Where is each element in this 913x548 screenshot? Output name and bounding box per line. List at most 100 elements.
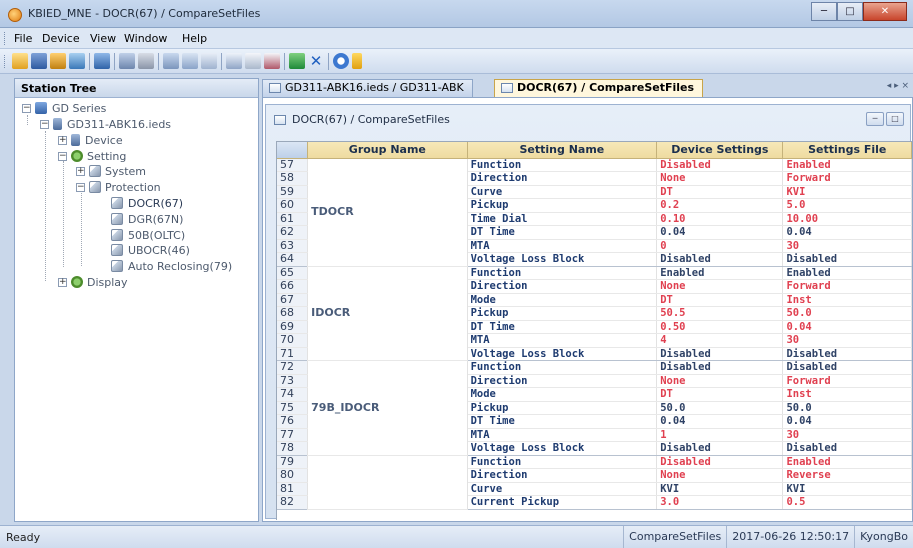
select-all-corner[interactable]: [277, 142, 309, 159]
column-header-settings-file[interactable]: Settings File: [782, 142, 912, 159]
setting-item-icon: [111, 244, 123, 256]
open-icon[interactable]: [12, 53, 28, 69]
minimize-button[interactable]: ─: [811, 2, 837, 21]
setting-name-cell: Pickup: [467, 401, 658, 415]
row-number[interactable]: 76: [277, 414, 309, 429]
row-number[interactable]: 67: [277, 293, 309, 307]
compare-grid[interactable]: Group Name Setting Name Device Settings …: [276, 141, 912, 520]
menu-device[interactable]: Device: [42, 32, 80, 45]
title-bar[interactable]: KBIED_MNE - DOCR(67) / CompareSetFiles ─…: [0, 0, 913, 28]
row-number[interactable]: 64: [277, 252, 309, 267]
help-icon[interactable]: [333, 53, 349, 69]
read-icon[interactable]: [119, 53, 135, 69]
station-tree-header: Station Tree: [15, 79, 258, 98]
toolbar: ✕: [0, 49, 913, 74]
document-title-text: DOCR(67) / CompareSetFiles: [292, 113, 450, 126]
row-number[interactable]: 71: [277, 347, 309, 361]
menu-window[interactable]: Window: [124, 32, 167, 45]
device-setting-cell: 0: [656, 239, 784, 253]
row-number[interactable]: 57: [277, 158, 309, 172]
collapse-icon[interactable]: −: [58, 152, 67, 161]
column-header-setting-name[interactable]: Setting Name: [467, 142, 658, 159]
setting-name-cell: Direction: [467, 171, 658, 186]
column-header-group-name[interactable]: Group Name: [307, 142, 468, 159]
network-icon[interactable]: [69, 53, 85, 69]
collapse-icon[interactable]: −: [76, 183, 85, 192]
row-number[interactable]: 73: [277, 374, 309, 388]
close-icon[interactable]: ✕: [308, 53, 324, 69]
tab-ieds-file[interactable]: GD311-ABK16.ieds / GD311-ABK: [262, 79, 473, 97]
menu-file[interactable]: File: [14, 32, 32, 45]
row-number[interactable]: 65: [277, 266, 309, 280]
device-icon[interactable]: [94, 53, 110, 69]
row-number[interactable]: 77: [277, 428, 309, 442]
compare-icon[interactable]: [163, 53, 179, 69]
row-number[interactable]: 68: [277, 306, 309, 321]
settings-file-cell: Enabled: [782, 158, 912, 172]
row-number[interactable]: 63: [277, 239, 309, 253]
doc-minimize-button[interactable]: ─: [866, 112, 884, 126]
row-number[interactable]: 62: [277, 225, 309, 240]
row-number[interactable]: 70: [277, 333, 309, 348]
list-icon[interactable]: [226, 53, 242, 69]
write-icon[interactable]: [138, 53, 154, 69]
setting-name-cell: MTA: [467, 428, 658, 442]
print-icon[interactable]: [201, 53, 217, 69]
device-setting-cell: None: [656, 279, 784, 294]
setting-name-cell: Voltage Loss Block: [467, 347, 658, 361]
setting-name-cell: DT Time: [467, 414, 658, 429]
document-tabs: GD311-ABK16.ieds / GD311-ABK DOCR(67) / …: [262, 78, 913, 97]
wave-icon[interactable]: [245, 53, 261, 69]
settings-file-cell: 0.04: [782, 414, 912, 429]
wave-edit-icon[interactable]: [264, 53, 280, 69]
close-window-button[interactable]: ✕: [863, 2, 907, 21]
toolbar-separator: [284, 53, 285, 70]
row-number[interactable]: 74: [277, 387, 309, 402]
collapse-icon[interactable]: −: [40, 120, 49, 129]
row-number[interactable]: 60: [277, 198, 309, 213]
row-number[interactable]: 66: [277, 279, 309, 294]
tab-compare-set-files[interactable]: DOCR(67) / CompareSetFiles: [494, 79, 704, 97]
table-row[interactable]: 65 IDOCR Function Enabled Enabled: [277, 266, 912, 361]
row-number[interactable]: 58: [277, 171, 309, 186]
expand-icon[interactable]: +: [76, 167, 85, 176]
doc-restore-button[interactable]: □: [886, 112, 904, 126]
setting-item-icon: [111, 213, 123, 225]
row-number[interactable]: 75: [277, 401, 309, 415]
row-number[interactable]: 69: [277, 320, 309, 334]
column-header-device-settings[interactable]: Device Settings: [656, 142, 784, 159]
dropdown-icon[interactable]: [352, 53, 362, 69]
group-name-cell: [307, 455, 468, 510]
setting-item-icon: [111, 229, 123, 241]
row-number[interactable]: 59: [277, 185, 309, 199]
row-number[interactable]: 79: [277, 455, 309, 469]
toolbar-separator: [221, 53, 222, 70]
document-icon: [274, 115, 286, 125]
row-number[interactable]: 61: [277, 212, 309, 226]
maximize-button[interactable]: □: [837, 2, 863, 21]
table-row[interactable]: 57 TDOCR Function Disabled Enabled: [277, 158, 912, 267]
device-setting-cell: 1: [656, 428, 784, 442]
row-number[interactable]: 81: [277, 482, 309, 496]
tree-node-label: GD Series: [52, 102, 107, 115]
setting-icon: [71, 150, 83, 162]
collapse-icon[interactable]: −: [22, 104, 31, 113]
expand-icon[interactable]: +: [58, 136, 67, 145]
row-number[interactable]: 78: [277, 441, 309, 456]
settings-file-cell: Enabled: [782, 266, 912, 280]
table-row[interactable]: 79 Function Disabled Enabled: [277, 455, 912, 510]
row-number[interactable]: 82: [277, 495, 309, 510]
import-icon[interactable]: [289, 53, 305, 69]
report-icon[interactable]: [182, 53, 198, 69]
menu-help[interactable]: Help: [182, 32, 207, 45]
settings-file-cell: 30: [782, 239, 912, 253]
table-row[interactable]: 72 79B_IDOCR Function Disabled Disabled: [277, 360, 912, 456]
menu-view[interactable]: View: [90, 32, 116, 45]
connect-icon[interactable]: [50, 53, 66, 69]
save-icon[interactable]: [31, 53, 47, 69]
row-number[interactable]: 80: [277, 468, 309, 483]
row-number[interactable]: 72: [277, 360, 309, 375]
expand-icon[interactable]: +: [58, 278, 67, 287]
tab-scroll-arrows[interactable]: ◂ ▸ ×: [887, 81, 909, 91]
setting-name-cell: Curve: [467, 482, 658, 496]
